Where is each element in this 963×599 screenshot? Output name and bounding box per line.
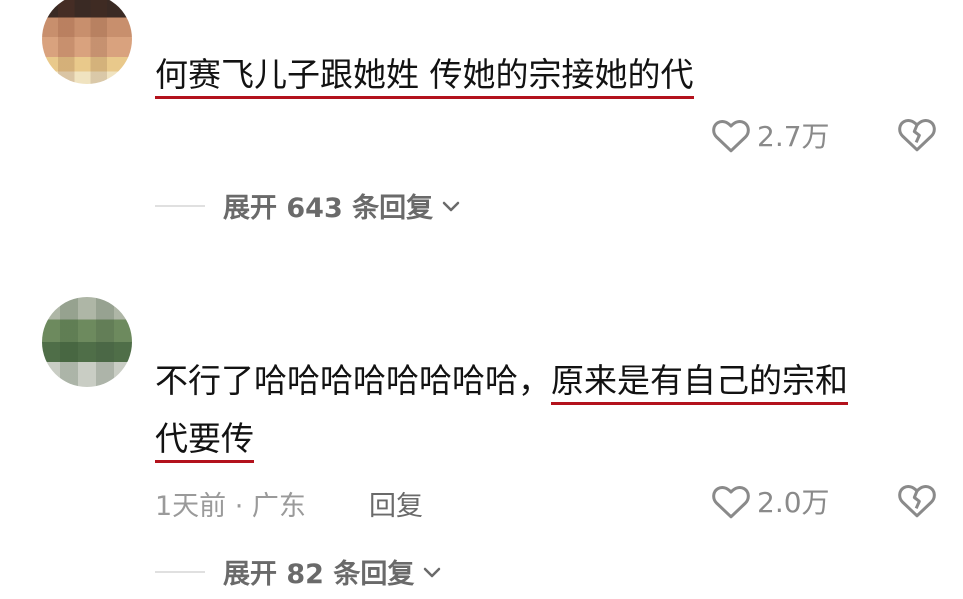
dislike-button[interactable]	[897, 481, 937, 519]
chevron-down-icon	[422, 556, 442, 587]
expand-label: 展开 643 条回复	[223, 193, 434, 224]
comment-text-plain: 不行了哈哈哈哈哈哈哈哈，	[155, 361, 551, 400]
comment-time-location: 1天前 · 广东	[155, 491, 306, 522]
avatar-image	[42, 0, 132, 84]
reply-button[interactable]: 回复	[369, 484, 423, 523]
expand-replies-button[interactable]: 展开 82 条回复	[155, 552, 442, 591]
like-button[interactable]: 2.7万	[711, 115, 830, 155]
comment-text-underlined-line2: 代要传	[155, 419, 254, 463]
avatar[interactable]	[42, 297, 132, 387]
heart-outline-icon	[711, 116, 751, 154]
comment-text-underlined: 何赛飞儿子跟她姓 传她的宗接她的代	[155, 55, 694, 99]
comment-text: 不行了哈哈哈哈哈哈哈哈，原来是有自己的宗和 代要传	[155, 352, 935, 468]
divider-line	[155, 570, 205, 573]
broken-heart-icon	[897, 115, 937, 153]
divider-line	[155, 204, 205, 207]
avatar-image	[42, 297, 132, 387]
like-count: 2.7万	[757, 120, 830, 153]
broken-heart-icon	[897, 481, 937, 519]
expand-replies-button[interactable]: 展开 643 条回复	[155, 186, 461, 225]
comment-text-underlined: 原来是有自己的宗和	[551, 361, 848, 405]
like-count: 2.0万	[757, 486, 830, 519]
like-button[interactable]: 2.0万	[711, 481, 830, 521]
chevron-down-icon	[441, 190, 461, 221]
avatar[interactable]	[42, 0, 132, 84]
expand-label: 展开 82 条回复	[223, 559, 415, 590]
comment-text: 何赛飞儿子跟她姓 传她的宗接她的代	[155, 46, 694, 104]
dislike-button[interactable]	[897, 115, 937, 153]
heart-outline-icon	[711, 482, 751, 520]
